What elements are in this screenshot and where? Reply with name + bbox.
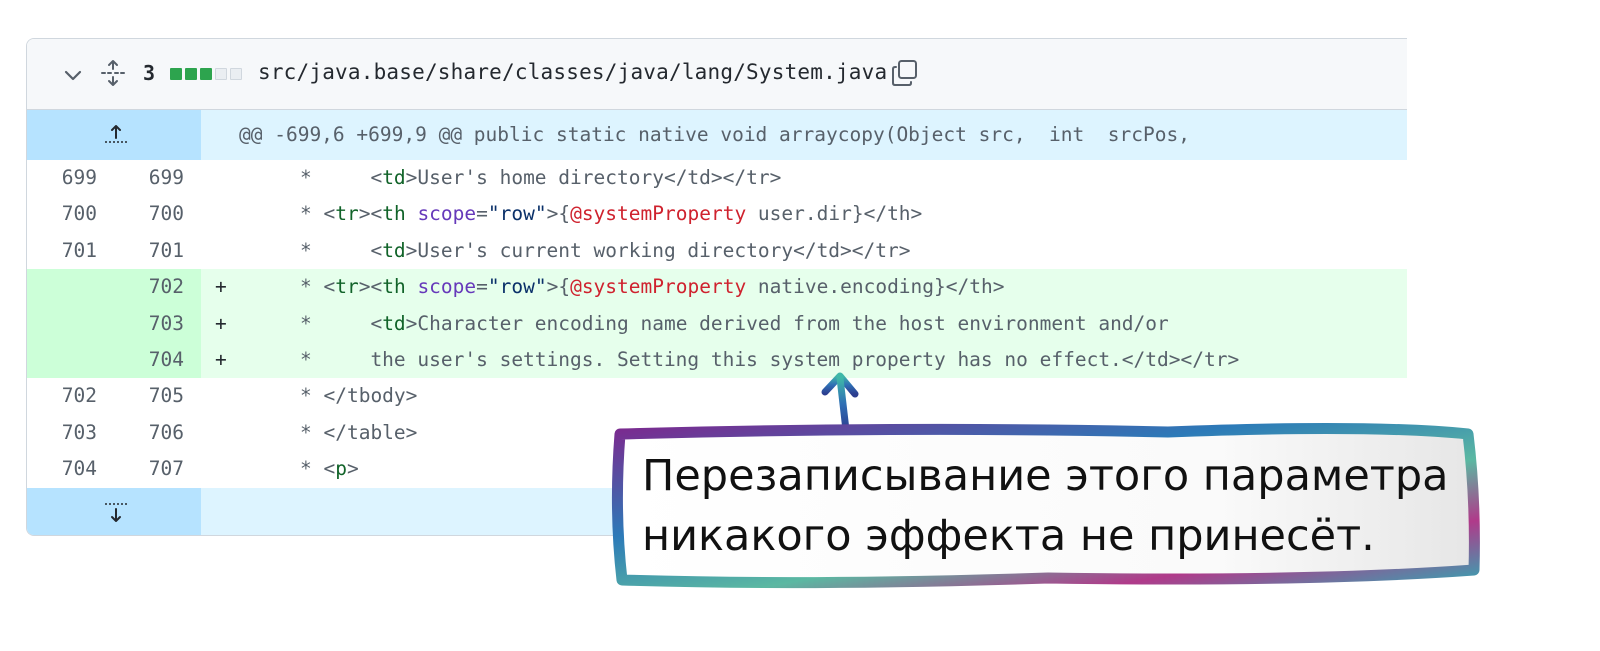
code-token-ann: @systemProperty — [570, 275, 747, 299]
expand-up-icon[interactable] — [103, 122, 129, 148]
code-token-plain: user.dir}</th> — [746, 202, 923, 226]
code-token-plain: >< — [358, 202, 383, 226]
diffstat-block — [185, 68, 197, 80]
code-token-plain: = — [476, 275, 488, 299]
old-line-number[interactable] — [27, 306, 97, 342]
code-token-attr: scope — [417, 275, 477, 299]
code-token-attr: scope — [417, 202, 477, 226]
old-line-number[interactable]: 703 — [27, 415, 97, 451]
code-token-plain: >User's home directory</td></tr> — [405, 166, 782, 189]
new-line-number[interactable]: 699 — [114, 160, 184, 196]
new-line-number[interactable]: 707 — [114, 451, 184, 487]
new-line-number[interactable]: 701 — [114, 233, 184, 269]
context-line-row: 702 705 * </tbody> — [27, 378, 1407, 414]
context-line-row: 700 700 * <tr><th scope="row">{@systemProp… — [27, 196, 1407, 232]
old-line-number[interactable]: 701 — [27, 233, 97, 269]
code-token-plain: >Character encoding name derived from th… — [405, 311, 1169, 335]
code-token-plain: >{ — [546, 275, 571, 299]
code-token-plain: >User's current working directory</td></… — [405, 238, 911, 262]
diffstat — [170, 68, 242, 80]
code-token-plain: >< — [358, 275, 383, 299]
code-token-tag: tr — [335, 202, 359, 226]
code-token-plain: > — [346, 457, 359, 481]
code-token-plain: * </table> — [300, 420, 418, 444]
callout-text: Перезаписывание этого параметра никакого… — [642, 451, 1449, 561]
code-token-plain: >{ — [546, 202, 571, 226]
code-token-plain: * < — [300, 311, 383, 335]
added-line-row: 704 + * the user's settings. Setting this … — [27, 341, 1407, 379]
added-line-row: 703 + * <td>Character encoding name derive… — [27, 305, 1407, 342]
code-token-tag: th — [382, 202, 406, 226]
code-token-tag: td — [382, 311, 406, 335]
new-line-number[interactable]: 700 — [114, 196, 184, 232]
diff-marker: + — [215, 311, 227, 335]
old-line-number[interactable]: 700 — [27, 196, 97, 232]
new-line-number[interactable]: 702 — [114, 269, 184, 305]
code-text: * <tr><th scope="row">{@systemProperty n… — [300, 269, 1004, 305]
code-text: * <td>Character encoding name derived fr… — [300, 306, 1169, 342]
context-line-row: 699 699 * <td>User's home directory</td></… — [27, 160, 1407, 196]
code-text: * the user's settings. Setting this syst… — [300, 342, 1239, 378]
diffstat-block — [230, 68, 242, 80]
code-token-tag: p — [335, 457, 347, 481]
code-token-tag: th — [382, 275, 406, 299]
new-line-number[interactable]: 705 — [114, 378, 184, 414]
code-text: * <tr><th scope="row">{@systemProperty u… — [300, 196, 922, 232]
code-token-plain: * < — [300, 275, 336, 299]
diffstat-block — [200, 68, 212, 80]
code-token-plain: native.encoding}</th> — [746, 275, 1005, 299]
diff-marker: + — [215, 275, 227, 299]
old-line-number[interactable] — [27, 342, 97, 378]
old-line-number[interactable] — [27, 269, 97, 305]
code-token-str: "row" — [487, 202, 547, 226]
diffstat-block — [170, 68, 182, 80]
context-line-row: 701 701 * <td>User's current working direc… — [27, 233, 1407, 269]
code-token-plain: * < — [300, 238, 383, 262]
old-line-number[interactable]: 704 — [27, 451, 97, 487]
code-token-plain: * </tbody> — [300, 384, 418, 408]
code-text: * </tbody> — [300, 378, 417, 414]
code-token-tag: tr — [335, 275, 359, 299]
new-line-number[interactable]: 704 — [114, 342, 184, 378]
new-line-number[interactable]: 706 — [114, 415, 184, 451]
new-line-number[interactable]: 703 — [114, 306, 184, 342]
code-token-plain: * < — [300, 202, 336, 226]
code-token-plain: * < — [300, 457, 336, 481]
code-token-tag: td — [382, 238, 406, 262]
diffstat-block — [215, 68, 227, 80]
chevron-down-icon[interactable] — [63, 65, 83, 85]
old-line-number[interactable]: 702 — [27, 378, 97, 414]
code-token-plain: * the user's settings. Setting this syst… — [300, 347, 1240, 371]
diff-marker: + — [215, 347, 227, 371]
old-line-number[interactable]: 699 — [27, 160, 97, 196]
file-header: 3 src/java.base/share/classes/java/lang/… — [27, 39, 1407, 110]
hunk-header-text: @@ -699,6 +699,9 @@ public static native… — [239, 123, 1190, 146]
code-text: * </table> — [300, 415, 417, 451]
code-token-tag: td — [382, 166, 406, 189]
code-text: * <p> — [300, 451, 359, 487]
code-token-plain: = — [476, 202, 488, 226]
copy-icon[interactable] — [890, 58, 920, 88]
code-token-plain: * < — [300, 166, 383, 189]
added-line-row: 702 + * <tr><th scope="row">{@systemProper… — [27, 269, 1407, 306]
file-path-link[interactable]: src/java.base/share/classes/java/lang/Sy… — [258, 60, 887, 84]
callout-box: Перезаписывание этого параметра никакого… — [608, 420, 1488, 592]
expand-down-icon[interactable] — [103, 500, 129, 526]
code-token-str: "row" — [487, 275, 547, 299]
code-token-ann: @systemProperty — [570, 202, 747, 226]
code-text: * <td>User's current working directory</… — [300, 233, 911, 269]
hunk-header-row: @@ -699,6 +699,9 @@ public static native… — [27, 110, 1407, 160]
changes-count: 3 — [143, 61, 156, 85]
code-text: * <td>User's home directory</td></tr> — [300, 160, 781, 196]
unfold-icon[interactable] — [100, 59, 126, 87]
